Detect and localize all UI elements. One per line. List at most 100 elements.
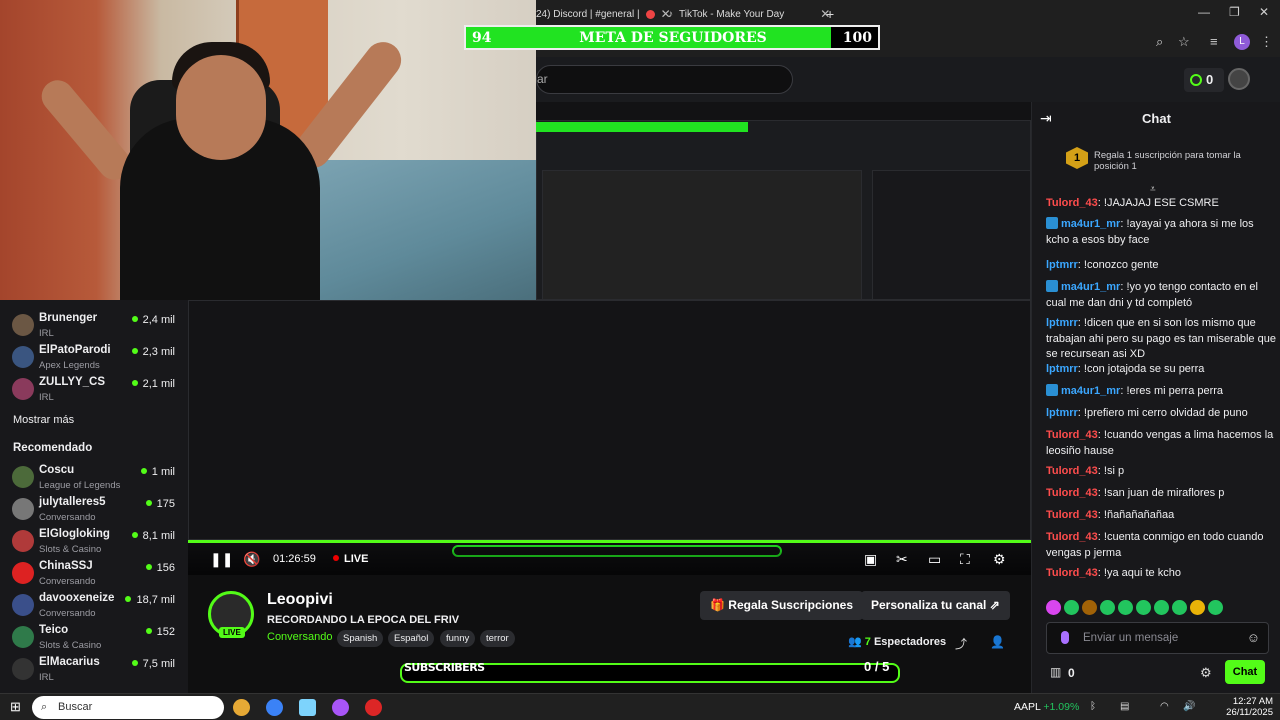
volume-icon[interactable]: 🔊 — [1183, 701, 1195, 712]
chat-username[interactable]: ma4ur1_mr — [1061, 218, 1120, 230]
chrome-icon[interactable] — [233, 699, 250, 716]
sidebar-channel[interactable]: ElPatoParodi Apex Legends 2,3 mil — [0, 342, 188, 374]
sidebar-channel[interactable]: davooxeneize Conversando 18,7 mil — [0, 590, 188, 622]
channel-category: Slots & Casino — [39, 640, 102, 651]
sidebar-channel[interactable]: ElGlogloking Slots & Casino 8,1 mil — [0, 526, 188, 558]
search-input[interactable]: ar — [536, 65, 793, 94]
chat-username[interactable]: lptmrr — [1046, 259, 1078, 271]
menu-dots-icon[interactable]: ⋮ — [1260, 34, 1273, 50]
emote-icon[interactable] — [1154, 600, 1169, 615]
sidebar-channel[interactable]: Brunenger IRL 2,4 mil — [0, 310, 188, 342]
zoom-icon[interactable]: ⌕ — [1156, 34, 1163, 50]
follower-goal-bar: 94 META DE SEGUIDORES 100 — [464, 25, 880, 50]
sidebar-channel[interactable]: Teico Slots & Casino 152 — [0, 622, 188, 654]
tray-icon[interactable]: ▤ — [1120, 701, 1129, 712]
avatar — [12, 498, 34, 520]
taskbar-search[interactable]: ⌕ Buscar — [32, 696, 224, 719]
emote-icon[interactable] — [1082, 600, 1097, 615]
player-progress-bar[interactable] — [188, 540, 1031, 543]
bluetooth-icon[interactable]: ᛒ — [1090, 701, 1096, 712]
fullscreen-icon[interactable]: ⛶ — [960, 551, 970, 568]
sidebar-channel[interactable]: Coscu League of Legends 1 mil — [0, 462, 188, 494]
chat-username[interactable]: ma4ur1_mr — [1061, 385, 1120, 397]
copilot-icon[interactable] — [266, 699, 283, 716]
kicks-balance[interactable]: 0 — [1184, 68, 1224, 92]
tab-tiktok[interactable]: ♪ TikTok - Make Your Day ✕ — [660, 4, 838, 24]
chat-username[interactable]: Tulord_43 — [1046, 487, 1098, 499]
chat-username[interactable]: lptmrr — [1046, 317, 1078, 329]
chat-username[interactable]: Tulord_43 — [1046, 197, 1098, 209]
channel-category: IRL — [39, 328, 54, 339]
sidebar-channel[interactable]: ZULLYY_CS IRL 2,1 mil — [0, 374, 188, 406]
obs-icon[interactable] — [365, 699, 382, 716]
sidebar-channel[interactable]: ElMacarius IRL 7,5 mil — [0, 654, 188, 686]
emote-icon[interactable] — [1172, 600, 1187, 615]
bookmark-star-icon[interactable]: ☆ — [1178, 34, 1190, 50]
stream-category[interactable]: Conversando — [267, 631, 332, 643]
chat-username[interactable]: ma4ur1_mr — [1061, 281, 1120, 293]
emote-icon[interactable] — [1136, 600, 1151, 615]
restore-button[interactable]: ❐ — [1229, 5, 1240, 19]
emote-icon[interactable] — [1208, 600, 1223, 615]
chat-send-button[interactable]: Chat — [1225, 660, 1265, 684]
show-more-link[interactable]: Mostrar más — [13, 414, 74, 426]
customize-channel-button[interactable]: Personaliza tu canal ⇗ — [861, 591, 1010, 620]
theater-mode-icon[interactable]: ▭ — [928, 551, 941, 568]
stock-widget[interactable]: AAPL +1.09% — [1014, 701, 1079, 713]
chat-message: ma4ur1_mr: !ayayai ya ahora si me los kc… — [1046, 217, 1276, 248]
media-controls-icon[interactable]: ≡ — [1210, 34, 1218, 49]
chat-title: Chat — [1142, 111, 1171, 126]
chat-username[interactable]: Tulord_43 — [1046, 531, 1098, 543]
follow-user-icon[interactable]: 👤 — [990, 635, 1005, 649]
user-avatar[interactable] — [1228, 68, 1250, 90]
video-player[interactable] — [188, 300, 1031, 575]
chat-username[interactable]: Tulord_43 — [1046, 567, 1098, 579]
minimize-button[interactable]: — — [1198, 5, 1210, 19]
chrome-profile-icon[interactable] — [332, 699, 349, 716]
pip-icon[interactable]: ▣ — [864, 551, 877, 568]
clip-icon[interactable]: ✂ — [896, 551, 908, 568]
chat-username[interactable]: Tulord_43 — [1046, 465, 1098, 477]
tag-chip[interactable]: funny — [440, 630, 476, 647]
sidebar-channel[interactable]: julytalleres5 Conversando 175 — [0, 494, 188, 526]
profile-avatar[interactable]: L — [1234, 34, 1250, 50]
chat-settings-icon[interactable]: ⚙ — [1200, 665, 1212, 681]
emote-icon[interactable] — [1100, 600, 1115, 615]
emote-icon[interactable] — [1118, 600, 1133, 615]
gift-subs-button[interactable]: 🎁 Regala Suscripciones — [700, 591, 863, 620]
close-window-button[interactable]: ✕ — [1259, 5, 1269, 19]
chat-message-input[interactable]: Enviar un mensaje ☺ — [1046, 622, 1269, 654]
emoji-picker-icon[interactable]: ☺ — [1247, 623, 1260, 653]
taskbar-clock[interactable]: 12:27 AM 26/11/2025 — [1203, 696, 1273, 718]
new-tab-button[interactable]: + — [818, 4, 842, 24]
sub-goal-count: 0 / 5 — [864, 659, 890, 674]
pinned-text: Regala 1 suscripción para tomar la posic… — [1094, 150, 1241, 172]
pause-icon[interactable]: ❚❚ — [210, 551, 233, 568]
chat-username[interactable]: Tulord_43 — [1046, 429, 1098, 441]
tag-chip[interactable]: terror — [480, 630, 515, 647]
chevron-down-icon[interactable]: ⩡ — [1150, 184, 1156, 195]
mute-icon[interactable]: 🔇 — [243, 551, 260, 568]
emote-icon[interactable] — [1064, 600, 1079, 615]
streamer-username[interactable]: Leoopivi — [267, 591, 333, 609]
tab-discord[interactable]: 24) Discord | #general | ✕ — [528, 4, 679, 24]
live-badge: LIVE — [219, 627, 245, 638]
emote-icon[interactable] — [1046, 600, 1061, 615]
tag-chip[interactable]: Spanish — [337, 630, 384, 647]
chat-username[interactable]: lptmrr — [1046, 407, 1078, 419]
chat-username[interactable]: Tulord_43 — [1046, 509, 1098, 521]
file-explorer-icon[interactable] — [299, 699, 316, 716]
microphone-icon[interactable] — [1061, 631, 1069, 644]
sidebar-channel[interactable]: ChinaSSJ Conversando 156 — [0, 558, 188, 590]
settings-gear-icon[interactable]: ⚙ — [993, 551, 1006, 568]
channel-points-icon[interactable]: ▥ — [1050, 665, 1061, 679]
wifi-icon[interactable]: ◠ — [1160, 701, 1169, 712]
share-icon[interactable]: ⤴ — [955, 635, 967, 652]
windows-start-icon[interactable]: ⊞ — [10, 699, 21, 715]
pinned-gift-banner[interactable]: 1 Regala 1 suscripción para tomar la pos… — [1032, 138, 1280, 184]
chat-username[interactable]: lptmrr — [1046, 363, 1078, 375]
channel-category: Conversando — [39, 576, 96, 587]
emote-icon[interactable] — [1190, 600, 1205, 615]
tag-chip[interactable]: Español — [388, 630, 435, 647]
tab-label: TikTok - Make Your Day — [679, 8, 785, 20]
